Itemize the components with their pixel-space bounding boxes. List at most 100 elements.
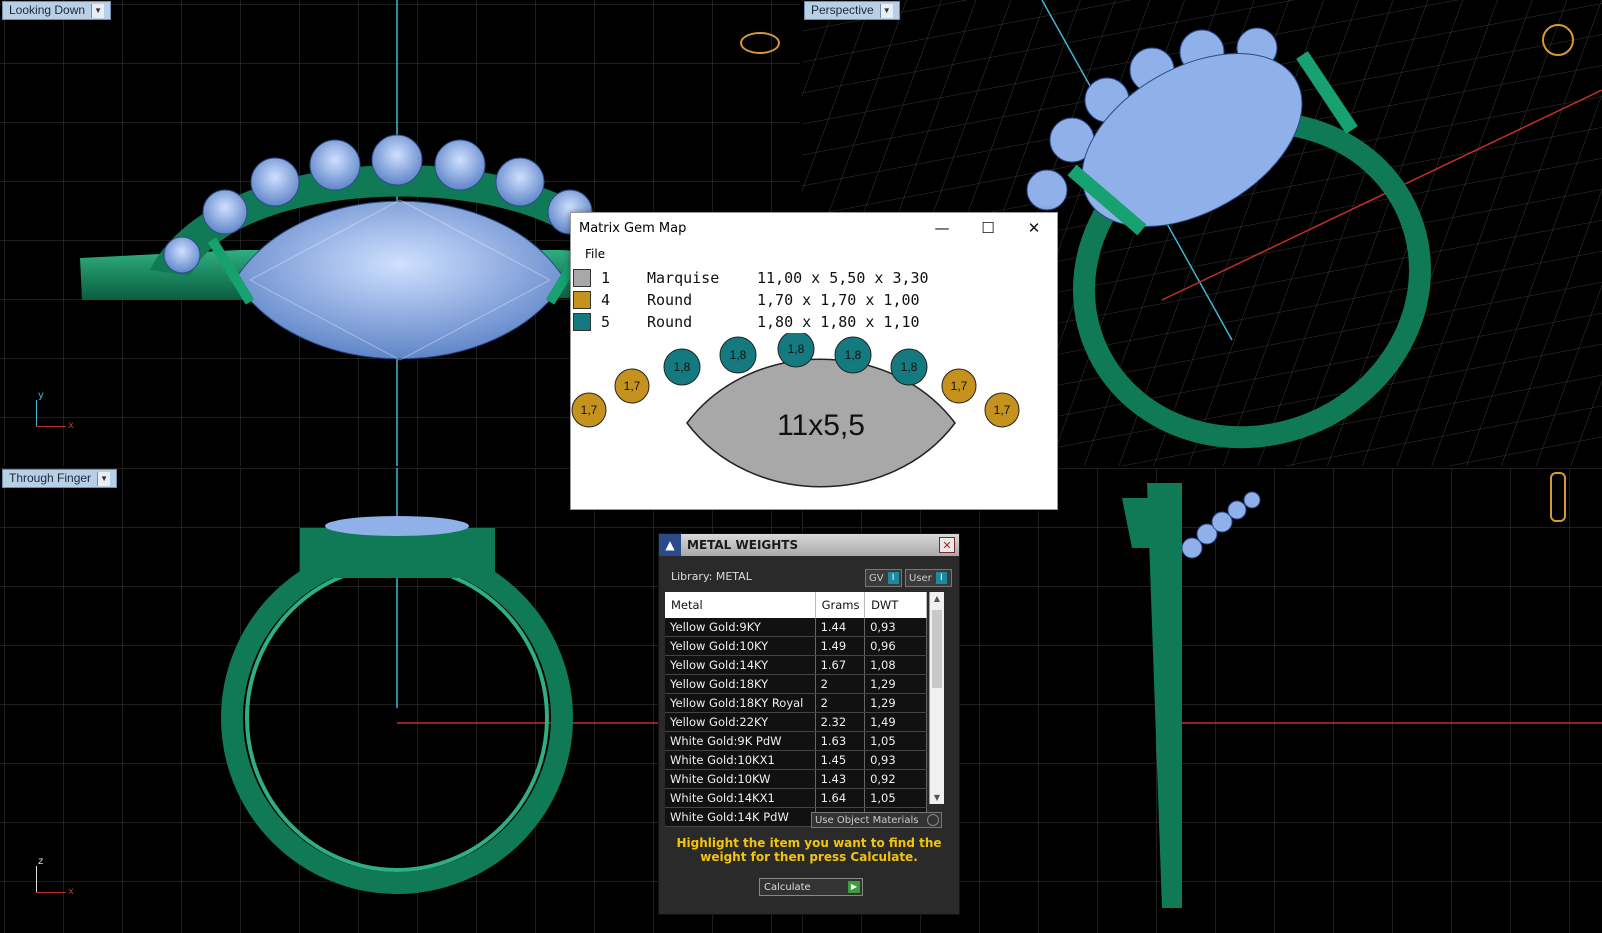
instruction-text: Highlight the item you want to find the … xyxy=(676,836,942,864)
axis-x-label: x xyxy=(68,886,74,897)
table-row[interactable]: Yellow Gold:18KY 2 1,29 xyxy=(665,674,927,694)
stone-size-label: 1,7 xyxy=(994,403,1011,417)
gem-map-window[interactable]: Matrix Gem Map — ☐ ✕ File 1 Marquise 11,… xyxy=(570,212,1058,510)
minimize-icon[interactable]: — xyxy=(919,219,965,237)
metal-name-cell: Yellow Gold:18KY Royal xyxy=(665,693,816,713)
dropdown-arrow-icon[interactable]: ▼ xyxy=(97,471,111,486)
gem-row[interactable]: 5 Round 1,80 x 1,80 x 1,10 xyxy=(573,311,929,333)
gem-map-titlebar[interactable]: Matrix Gem Map — ☐ ✕ xyxy=(571,213,1057,243)
metal-name-cell: Yellow Gold:18KY xyxy=(665,674,816,694)
grams-cell: 2.32 xyxy=(815,712,866,732)
grams-cell: 2 xyxy=(815,674,866,694)
metal-name-cell: Yellow Gold:10KY xyxy=(665,636,816,656)
table-row[interactable]: White Gold:9K PdW 1.63 1,05 xyxy=(665,731,927,751)
round-stone-1-7[interactable]: 1,7 xyxy=(941,368,977,404)
gem-row[interactable]: 1 Marquise 11,00 x 5,50 x 3,30 xyxy=(573,267,929,289)
stone-size-label: 1,7 xyxy=(951,379,968,393)
toggle-label: User xyxy=(909,572,932,584)
metal-name-cell: Yellow Gold:14KY xyxy=(665,655,816,675)
table-row[interactable]: Yellow Gold:10KY 1.49 0,96 xyxy=(665,636,927,656)
dwt-cell: 1,05 xyxy=(864,731,927,751)
table-row[interactable]: White Gold:14KX1 1.64 1,05 xyxy=(665,788,927,808)
column-header-metal[interactable]: Metal xyxy=(665,592,816,618)
gem-count: 5 xyxy=(601,313,611,331)
gem-map-menubar: File xyxy=(571,243,1057,265)
dwt-cell: 0,96 xyxy=(864,636,927,656)
marquise-label: 11x5,5 xyxy=(777,409,865,442)
round-stone-1-8[interactable]: 1,8 xyxy=(663,348,701,386)
maximize-icon[interactable]: ☐ xyxy=(965,219,1011,237)
viewport-title: Through Finger xyxy=(9,471,92,485)
table-row[interactable]: Yellow Gold:14KY 1.67 1,08 xyxy=(665,655,927,675)
dropdown-arrow-icon[interactable]: ▼ xyxy=(91,3,105,18)
metal-name-cell: White Gold:10KX1 xyxy=(665,750,816,770)
stone-size-label: 1,8 xyxy=(788,342,805,356)
axis-y-label: y xyxy=(38,390,44,401)
dwt-cell: 1,08 xyxy=(864,655,927,675)
grams-cell: 1.49 xyxy=(815,636,866,656)
metal-name-cell: White Gold:10KW xyxy=(665,769,816,789)
grams-cell: 1.43 xyxy=(815,769,866,789)
gem-dims: 11,00 x 5,50 x 3,30 xyxy=(757,269,929,287)
round-stone-1-7[interactable]: 1,7 xyxy=(614,368,650,404)
close-icon[interactable]: ✕ xyxy=(939,537,955,553)
scroll-down-icon[interactable]: ▼ xyxy=(930,793,944,802)
play-icon: ▶ xyxy=(848,881,860,893)
gem-shape: Marquise xyxy=(647,269,720,287)
stone-size-label: 1,8 xyxy=(674,360,691,374)
radio-icon xyxy=(927,814,939,826)
gem-row[interactable]: 4 Round 1,70 x 1,70 x 1,00 xyxy=(573,289,929,311)
scrollbar-thumb[interactable] xyxy=(932,610,942,688)
view-cube-icon[interactable] xyxy=(740,32,780,54)
gem-dims: 1,70 x 1,70 x 1,00 xyxy=(757,291,920,309)
dropdown-arrow-icon[interactable]: ▼ xyxy=(879,3,893,18)
metal-weights-header[interactable]: ▲ METAL WEIGHTS ✕ xyxy=(659,534,959,556)
column-header-grams[interactable]: Grams xyxy=(815,592,866,618)
axis-z-label: z xyxy=(38,856,44,867)
metal-weights-table[interactable]: Metal Grams DWT Yellow Gold:9KY 1.44 0,93 Y… xyxy=(665,592,927,827)
use-object-materials-toggle[interactable]: Use Object Materials xyxy=(811,812,942,828)
calculate-button[interactable]: Calculate ▶ xyxy=(759,878,863,896)
dwt-cell: 1,49 xyxy=(864,712,927,732)
table-row[interactable]: White Gold:10KW 1.43 0,92 xyxy=(665,769,927,789)
scroll-up-icon[interactable]: ▲ xyxy=(930,594,944,603)
round-stone-1-7[interactable]: 1,7 xyxy=(984,392,1020,428)
metal-name-cell: Yellow Gold:22KY xyxy=(665,712,816,732)
stone-size-label: 1,8 xyxy=(901,360,918,374)
metal-name-cell: Yellow Gold:9KY xyxy=(665,618,816,637)
table-row[interactable]: White Gold:10KX1 1.45 0,93 xyxy=(665,750,927,770)
table-scrollbar[interactable]: ▲ ▼ xyxy=(929,592,944,804)
table-row[interactable]: Yellow Gold:18KY Royal 2 1,29 xyxy=(665,693,927,713)
column-header-dwt[interactable]: DWT xyxy=(864,592,927,618)
stone-size-label: 1,7 xyxy=(581,403,598,417)
grams-cell: 1.64 xyxy=(815,788,866,808)
viewport-label-perspective[interactable]: Perspective ▼ xyxy=(804,1,900,20)
round-stone-1-8[interactable]: 1,8 xyxy=(719,336,757,374)
gem-swatch xyxy=(573,313,591,331)
viewport-label-through-finger[interactable]: Through Finger ▼ xyxy=(2,469,118,488)
metal-name-cell: White Gold:9K PdW xyxy=(665,731,816,751)
user-toggle[interactable]: User I xyxy=(905,569,952,587)
grams-cell: 1.44 xyxy=(815,618,866,637)
dwt-cell: 0,92 xyxy=(864,769,927,789)
gem-shape: Round xyxy=(647,291,693,309)
close-icon[interactable]: ✕ xyxy=(1011,219,1057,237)
table-header: Metal Grams DWT xyxy=(665,592,927,618)
round-stone-1-8[interactable]: 1,8 xyxy=(777,333,815,368)
round-stone-1-7[interactable]: 1,7 xyxy=(571,392,607,428)
table-row[interactable]: Yellow Gold:22KY 2.32 1,49 xyxy=(665,712,927,732)
view-cube-icon[interactable] xyxy=(1542,24,1574,56)
view-cube-icon[interactable] xyxy=(1550,472,1566,522)
gv-toggle[interactable]: GV I xyxy=(865,569,902,587)
metal-weights-panel[interactable]: ▲ METAL WEIGHTS ✕ Library: METAL GV I Use… xyxy=(658,533,960,915)
dwt-cell: 0,93 xyxy=(864,618,927,637)
dwt-cell: 1,29 xyxy=(864,693,927,713)
viewport-label-looking-down[interactable]: Looking Down ▼ xyxy=(2,1,112,20)
menu-file[interactable]: File xyxy=(585,247,605,261)
round-stone-1-8[interactable]: 1,8 xyxy=(834,336,872,374)
table-row[interactable]: Yellow Gold:9KY 1.44 0,93 xyxy=(665,618,927,637)
window-title: Matrix Gem Map xyxy=(579,220,687,236)
library-label: Library: METAL xyxy=(671,570,752,583)
grams-cell: 1.45 xyxy=(815,750,866,770)
round-stone-1-8[interactable]: 1,8 xyxy=(890,348,928,386)
